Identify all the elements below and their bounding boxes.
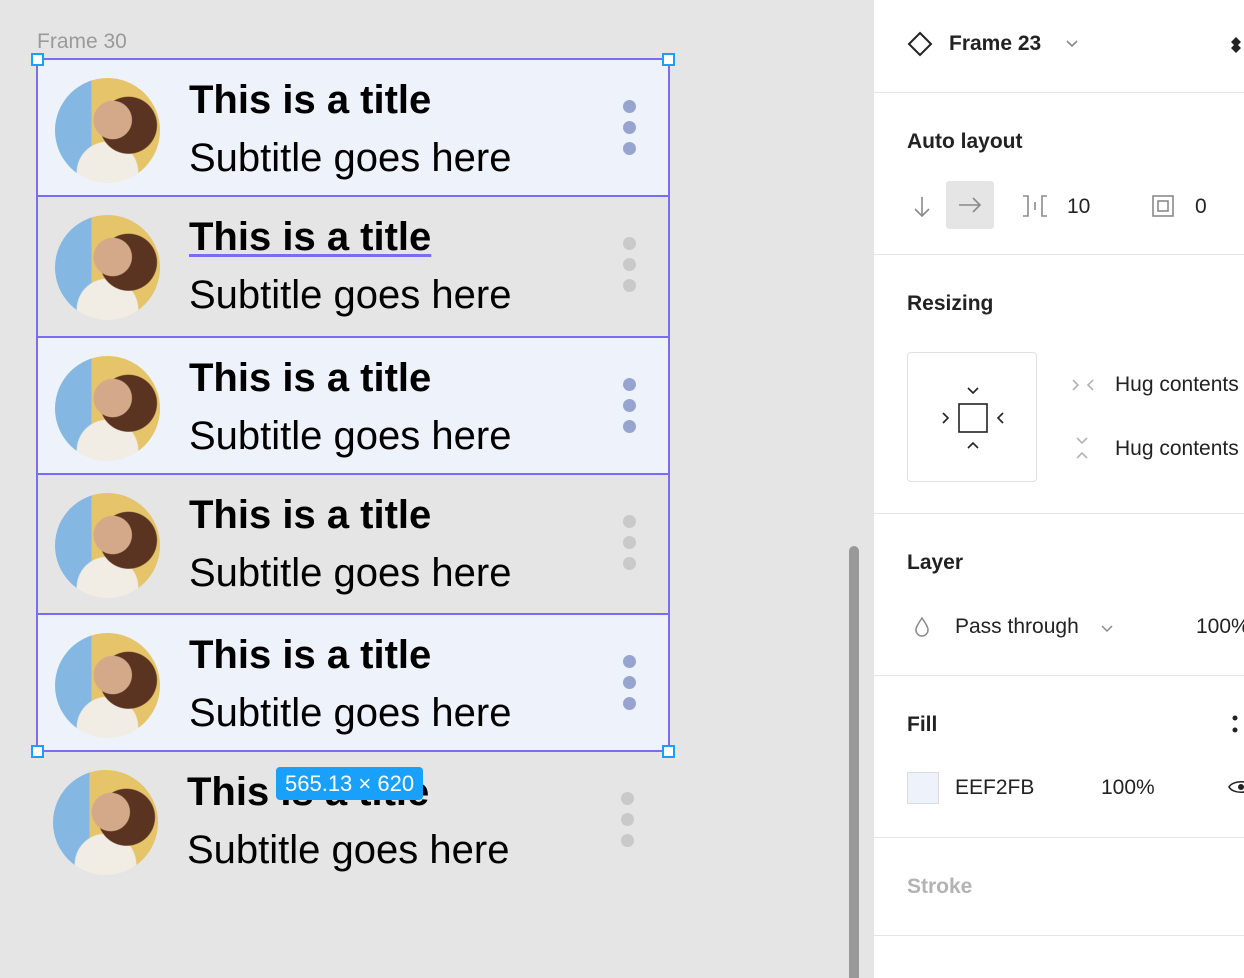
avatar: [53, 770, 158, 875]
chevron-down-icon[interactable]: [1064, 34, 1080, 57]
item-subtitle: Subtitle goes here: [189, 691, 512, 735]
vertical-hug-icon: [1074, 436, 1090, 466]
section-title: Stroke: [907, 875, 973, 898]
stroke-section: Stroke: [874, 838, 1244, 936]
item-subtitle: Subtitle goes here: [189, 136, 512, 180]
horizontal-resizing[interactable]: Hug contents: [1115, 373, 1239, 397]
resize-handle-bottom-left[interactable]: [31, 745, 44, 758]
arrow-down-icon[interactable]: [912, 194, 932, 226]
section-title: Layer: [907, 551, 964, 574]
list-item[interactable]: This is a title Subtitle goes here: [36, 58, 670, 197]
resize-handle-top-left[interactable]: [31, 53, 44, 66]
properties-panel: Frame 23 Auto layout 10 0 Resizing Hug c…: [873, 0, 1244, 978]
item-title: This is a title: [189, 633, 432, 677]
spacing-icon: [1021, 193, 1049, 225]
padding-value[interactable]: 0: [1195, 195, 1207, 219]
panel-header: Frame 23: [874, 0, 1244, 93]
avatar: [55, 493, 160, 598]
vertical-resizing[interactable]: Hug contents: [1115, 437, 1239, 461]
item-title: This is a title: [189, 356, 432, 400]
chevron-down-icon[interactable]: [1100, 618, 1114, 641]
avatar: [55, 633, 160, 738]
eye-icon[interactable]: [1228, 778, 1244, 802]
fill-section: Fill EEF2FB 100%: [874, 676, 1244, 838]
size-badge: 565.13 × 620: [276, 767, 424, 800]
item-subtitle: Subtitle goes here: [189, 551, 512, 595]
frame-label[interactable]: Frame 30: [37, 30, 127, 54]
section-title: Fill: [907, 713, 938, 736]
direction-horizontal-button[interactable]: [946, 181, 994, 229]
blend-mode-icon: [913, 615, 931, 645]
section-title: Resizing: [907, 292, 994, 315]
frame-name[interactable]: Frame 23: [949, 32, 1041, 56]
resize-handle-bottom-right[interactable]: [662, 745, 675, 758]
auto-layout-section: Auto layout 10 0: [874, 93, 1244, 255]
item-title: This is a title: [189, 215, 432, 259]
frame-diamond-icon: [907, 31, 933, 63]
vertical-scrollbar[interactable]: [849, 546, 859, 978]
fill-hex-value[interactable]: EEF2FB: [955, 776, 1034, 800]
more-options-icon[interactable]: [623, 237, 637, 292]
design-canvas[interactable]: Frame 30 This is a title Subtitle goes h…: [0, 0, 873, 978]
more-options-icon[interactable]: [623, 378, 637, 433]
horizontal-hug-icon: [1071, 376, 1095, 399]
item-title: This is a title: [189, 493, 432, 537]
avatar: [55, 215, 160, 320]
component-icon[interactable]: [1230, 32, 1244, 64]
item-subtitle: Subtitle goes here: [187, 828, 510, 872]
resize-handle-top-right[interactable]: [662, 53, 675, 66]
more-options-icon[interactable]: [623, 100, 637, 155]
fill-color-swatch[interactable]: [907, 772, 939, 804]
item-title: This is a title: [189, 78, 432, 122]
fill-opacity[interactable]: 100%: [1101, 776, 1155, 800]
list-item[interactable]: This is a title Subtitle goes here: [36, 475, 670, 614]
more-options-icon[interactable]: [621, 792, 635, 847]
resizing-section: Resizing Hug contents Hug contents: [874, 255, 1244, 514]
list-item[interactable]: This is a title Subtitle goes here: [36, 336, 670, 475]
section-title: Auto layout: [907, 130, 1023, 153]
avatar: [55, 356, 160, 461]
list-item[interactable]: This is a title Subtitle goes here: [36, 197, 670, 336]
more-options-icon[interactable]: [623, 655, 637, 710]
avatar: [55, 78, 160, 183]
item-subtitle: Subtitle goes here: [189, 273, 512, 317]
layer-section: Layer Pass through 100%: [874, 514, 1244, 676]
blend-mode-select[interactable]: Pass through: [955, 615, 1079, 639]
item-subtitle: Subtitle goes here: [189, 414, 512, 458]
list-item[interactable]: This is a title Subtitle goes here: [36, 613, 670, 752]
layer-opacity[interactable]: 100%: [1196, 615, 1244, 639]
more-options-icon[interactable]: [623, 515, 637, 570]
padding-icon: [1151, 194, 1175, 224]
spacing-value[interactable]: 10: [1067, 195, 1090, 219]
fill-options-icon[interactable]: [1231, 714, 1239, 742]
resizing-widget[interactable]: [907, 352, 1037, 482]
